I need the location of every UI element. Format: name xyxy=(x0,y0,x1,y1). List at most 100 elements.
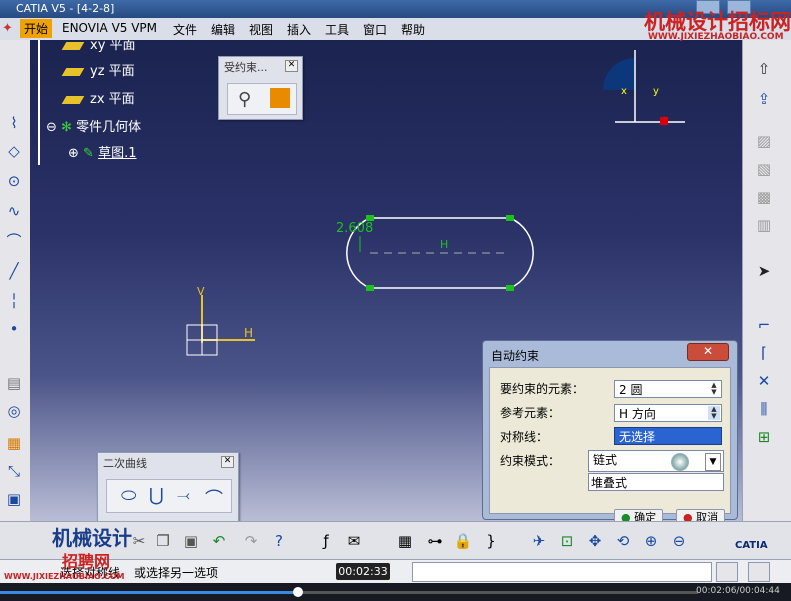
tree-line xyxy=(38,40,40,165)
export-icon[interactable]: ⇪ xyxy=(753,88,775,110)
profile-icon[interactable]: ⌇ xyxy=(3,112,25,134)
parabola-icon[interactable]: ⋃ xyxy=(149,485,164,506)
brace-icon[interactable]: } xyxy=(480,530,502,552)
paste-icon[interactable]: ▣ xyxy=(180,530,202,552)
constrained-toolbar[interactable]: 受约束... ✕ ⚲ xyxy=(218,56,303,120)
mode-option-stacked[interactable]: 堆叠式 xyxy=(588,473,724,491)
edit-multi-constraint-icon[interactable]: ⊞ xyxy=(753,426,775,448)
menu-window[interactable]: 窗口 xyxy=(363,21,387,38)
point-icon[interactable]: • xyxy=(3,318,25,340)
copy-icon[interactable]: ❐ xyxy=(152,530,174,552)
mirror-icon[interactable]: ⤡ xyxy=(3,460,25,482)
menu-file[interactable]: 文件 xyxy=(173,21,197,38)
trim-icon[interactable]: ▦ xyxy=(3,432,25,454)
help-icon[interactable]: ? xyxy=(268,530,290,552)
menu-insert[interactable]: 插入 xyxy=(287,21,311,38)
tree-item-yz-plane[interactable]: yz 平面 xyxy=(61,60,135,79)
close-icon[interactable]: ✕ xyxy=(285,60,298,72)
spin-icon[interactable]: ▲ ▼ xyxy=(708,382,720,396)
horizontal-constraint-label: H xyxy=(440,238,448,251)
axis-icon[interactable]: ╎ xyxy=(3,290,25,312)
status-button-2[interactable] xyxy=(748,562,770,582)
catia-logo-icon[interactable]: ✦ xyxy=(2,21,13,36)
conic-icon[interactable]: ⌒ xyxy=(205,485,223,511)
quadratic-curve-toolbar[interactable]: 二次曲线 ✕ ⬭ ⋃ ⤙ ⌒ xyxy=(97,452,239,522)
menu-view[interactable]: 视图 xyxy=(249,21,273,38)
sketch-slot-profile[interactable]: 2.608 H xyxy=(330,208,550,298)
tree-icon[interactable]: ⊶ xyxy=(424,530,446,552)
fly-icon[interactable]: ✈ xyxy=(528,530,550,552)
menu-enovia[interactable]: ENOVIA V5 VPM xyxy=(62,21,157,35)
left-toolbar: ⌇ ◇ ⊙ ∿ ⌒ ╱ ╎ • ▤ ◎ ▦ ⤡ ▣ xyxy=(0,40,31,521)
sketch-icon: ✎ xyxy=(83,146,94,161)
dialog-close-button[interactable]: ✕ xyxy=(687,343,729,361)
dimension-label[interactable]: 2.608 xyxy=(336,221,373,236)
watermark-top-url: WWW.JIXIEZHAOBIAO.COM xyxy=(648,32,784,42)
right-toolbar: ⇧ ⇪ ▨ ▧ ▩ ▥ ➤ ⌐ ⌈ ✕ ⫼ ⊞ xyxy=(742,40,791,521)
close-icon[interactable]: ✕ xyxy=(221,456,234,468)
mode-select[interactable]: 链式 ▼ xyxy=(588,450,724,472)
circle-icon[interactable]: ⊙ xyxy=(3,170,25,192)
compass-x-label: x xyxy=(621,86,627,97)
auto-constraint-dialog[interactable]: 自动约束 ✕ 要约束的元素： 2 圆 ▲ ▼ 参考元素： H 方向 ▲ ▼ 对称线：… xyxy=(482,340,738,527)
compass-widget[interactable]: x y xyxy=(595,50,695,140)
line-icon[interactable]: ╱ xyxy=(3,260,25,282)
elements-field[interactable]: 2 圆 ▲ ▼ xyxy=(614,380,722,398)
constraint-icon[interactable]: ⌐ xyxy=(753,314,775,336)
fit-all-icon[interactable]: ⊡ xyxy=(556,530,578,552)
symmetry-field[interactable]: 无选择 xyxy=(614,427,722,445)
hyperbola-icon[interactable]: ⤙ xyxy=(177,485,190,505)
lock-icon[interactable]: 🔒 xyxy=(452,530,474,552)
progress-handle[interactable] xyxy=(293,587,303,597)
groove-icon[interactable]: ▥ xyxy=(753,214,775,236)
arc-icon[interactable]: ⌒ xyxy=(3,230,25,252)
chevron-down-icon[interactable]: ▼ xyxy=(705,453,721,471)
undo-icon[interactable]: ↶ xyxy=(208,530,230,552)
exit-workbench-icon[interactable]: ⇧ xyxy=(753,58,775,80)
redo-icon[interactable]: ↷ xyxy=(240,530,262,552)
tree-item-zx-plane[interactable]: zx 平面 xyxy=(61,88,135,107)
fix-constraint-icon[interactable]: ⌈ xyxy=(753,342,775,364)
reference-field[interactable]: H 方向 ▲ ▼ xyxy=(614,404,722,422)
zoom-in-icon[interactable]: ⊕ xyxy=(640,530,662,552)
tree-item-part-body[interactable]: ⊖ ✻ 零件几何体 xyxy=(46,116,141,135)
animate-constraint-icon[interactable]: ⫼ xyxy=(753,398,775,420)
menu-tools[interactable]: 工具 xyxy=(325,21,349,38)
pad-icon[interactable]: ▨ xyxy=(753,130,775,152)
time-tooltip: 00:02:33 xyxy=(336,563,390,580)
spin-icon[interactable]: ▲ ▼ xyxy=(708,406,720,420)
auto-constraint-icon[interactable]: ✕ xyxy=(753,370,775,392)
grid-icon[interactable]: ▦ xyxy=(394,530,416,552)
spline-icon[interactable]: ∿ xyxy=(3,200,25,222)
rotate-icon[interactable]: ⟲ xyxy=(612,530,634,552)
label-mode: 约束模式： xyxy=(500,454,561,468)
corner-icon[interactable]: ▤ xyxy=(3,372,25,394)
watermark-bottom-url: WWW.JIXIEZHAOBIAO.COM xyxy=(4,572,125,581)
sketch-axis: V H xyxy=(186,285,255,356)
label-reference: 参考元素： xyxy=(500,406,561,420)
paperclip-icon[interactable]: ⚲ xyxy=(238,89,251,110)
zoom-out-icon[interactable]: ⊖ xyxy=(668,530,690,552)
select-arrow-icon[interactable]: ➤ xyxy=(753,260,775,282)
rectangle-icon[interactable]: ◇ xyxy=(3,140,25,162)
pan-icon[interactable]: ✥ xyxy=(584,530,606,552)
tree-item-sketch[interactable]: ⊕ ✎ 草图.1 xyxy=(68,142,137,161)
h-axis-label: H xyxy=(244,326,253,340)
status-button-1[interactable] xyxy=(716,562,738,582)
chamfer-icon[interactable]: ◎ xyxy=(3,400,25,422)
progress-remaining xyxy=(298,591,698,594)
progress-played xyxy=(0,591,298,594)
pocket-icon[interactable]: ▧ xyxy=(753,158,775,180)
comment-icon[interactable]: ✉ xyxy=(343,530,365,552)
spinner-icon xyxy=(671,453,689,471)
menu-edit[interactable]: 编辑 xyxy=(211,21,235,38)
shaft-icon[interactable]: ▩ xyxy=(753,186,775,208)
constraint-fix-icon[interactable] xyxy=(270,88,290,108)
project-icon[interactable]: ▣ xyxy=(3,488,25,510)
formula-icon[interactable]: ƒ xyxy=(315,530,337,552)
command-input[interactable] xyxy=(412,562,712,582)
menu-help[interactable]: 帮助 xyxy=(401,21,425,38)
tree-item-xy-plane[interactable]: xy 平面 xyxy=(61,40,136,53)
ellipse-icon[interactable]: ⬭ xyxy=(121,485,136,506)
menu-start[interactable]: 开始 xyxy=(20,19,53,38)
